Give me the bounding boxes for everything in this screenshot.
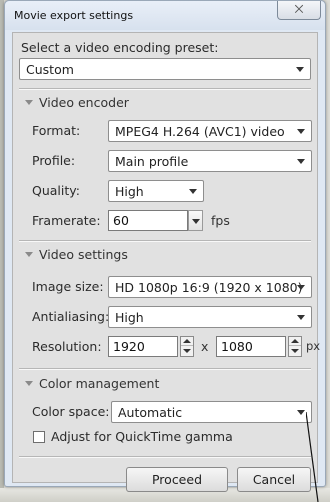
chevron-down-icon xyxy=(297,129,305,134)
framerate-input[interactable]: 60 xyxy=(108,210,188,231)
color-space-label: Color space: xyxy=(32,404,110,419)
video-settings-header[interactable]: Video settings xyxy=(25,247,128,262)
section-divider xyxy=(19,368,311,370)
resolution-height-value: 1080 xyxy=(221,339,253,354)
window-title: Movie export settings xyxy=(14,9,134,22)
format-value: MPEG4 H.264 (AVC1) video xyxy=(115,124,285,139)
dialog-content: Select a video encoding preset: Custom V… xyxy=(12,32,321,492)
chevron-down-icon xyxy=(189,189,197,194)
color-space-value: Automatic xyxy=(118,405,183,420)
color-space-select[interactable]: Automatic xyxy=(111,401,312,423)
quality-label: Quality: xyxy=(32,183,80,198)
width-spinner[interactable] xyxy=(180,336,194,357)
image-size-value: HD 1080p 16:9 (1920 x 1080) xyxy=(115,280,303,295)
framerate-dropdown-button[interactable] xyxy=(188,210,203,231)
profile-value: Main profile xyxy=(115,154,189,169)
spin-down-icon[interactable] xyxy=(181,346,193,355)
section-divider xyxy=(19,240,311,242)
antialiasing-label: Antialiasing: xyxy=(32,309,110,324)
resolution-times-sign: x xyxy=(201,339,209,354)
section-divider xyxy=(19,456,311,458)
color-management-title: Color management xyxy=(39,376,160,391)
proceed-button[interactable]: Proceed xyxy=(126,467,228,492)
preset-label: Select a video encoding preset: xyxy=(21,40,219,55)
video-encoder-header[interactable]: Video encoder xyxy=(25,95,129,110)
chevron-down-icon xyxy=(297,285,305,290)
spin-up-icon[interactable] xyxy=(181,337,193,346)
chevron-down-icon xyxy=(297,159,305,164)
preset-value: Custom xyxy=(26,62,74,77)
image-size-label: Image size: xyxy=(32,279,104,294)
framerate-value: 60 xyxy=(113,213,129,228)
framerate-unit: fps xyxy=(211,213,230,228)
close-button[interactable]: ⨉ xyxy=(277,1,321,20)
antialiasing-value: High xyxy=(115,310,144,325)
resolution-width-value: 1920 xyxy=(113,339,145,354)
resolution-height-input[interactable]: 1080 xyxy=(216,336,286,357)
chevron-down-icon xyxy=(296,67,304,72)
section-divider xyxy=(19,88,311,90)
color-management-header[interactable]: Color management xyxy=(25,376,159,391)
quality-select[interactable]: High xyxy=(108,180,204,202)
close-icon: ⨉ xyxy=(294,3,304,16)
spin-up-icon[interactable] xyxy=(289,337,301,346)
resolution-width-input[interactable]: 1920 xyxy=(108,336,178,357)
collapse-triangle-icon xyxy=(25,252,33,257)
format-label: Format: xyxy=(32,123,81,138)
profile-select[interactable]: Main profile xyxy=(108,150,312,172)
framerate-label: Framerate: xyxy=(32,213,101,228)
quicktime-gamma-label[interactable]: Adjust for QuickTime gamma xyxy=(51,429,233,444)
image-size-select[interactable]: HD 1080p 16:9 (1920 x 1080) xyxy=(108,276,312,298)
quality-value: High xyxy=(115,184,144,199)
chevron-down-icon xyxy=(297,315,305,320)
title-bar[interactable]: Movie export settings ⨉ xyxy=(5,1,325,30)
height-spinner[interactable] xyxy=(288,336,302,357)
collapse-triangle-icon xyxy=(25,381,33,386)
quicktime-gamma-checkbox[interactable] xyxy=(33,431,45,443)
collapse-triangle-icon xyxy=(25,100,33,105)
video-encoder-title: Video encoder xyxy=(39,95,129,110)
antialiasing-select[interactable]: High xyxy=(108,306,312,328)
resolution-label: Resolution: xyxy=(32,339,102,354)
video-settings-title: Video settings xyxy=(39,247,128,262)
preset-select[interactable]: Custom xyxy=(19,58,311,80)
chevron-down-icon xyxy=(297,410,305,415)
resolution-unit: px xyxy=(306,339,321,353)
profile-label: Profile: xyxy=(32,153,76,168)
movie-export-dialog: Movie export settings ⨉ Select a video e… xyxy=(4,0,326,492)
format-select[interactable]: MPEG4 H.264 (AVC1) video xyxy=(108,120,312,142)
cancel-button[interactable]: Cancel xyxy=(237,467,311,492)
spin-down-icon[interactable] xyxy=(289,346,301,355)
